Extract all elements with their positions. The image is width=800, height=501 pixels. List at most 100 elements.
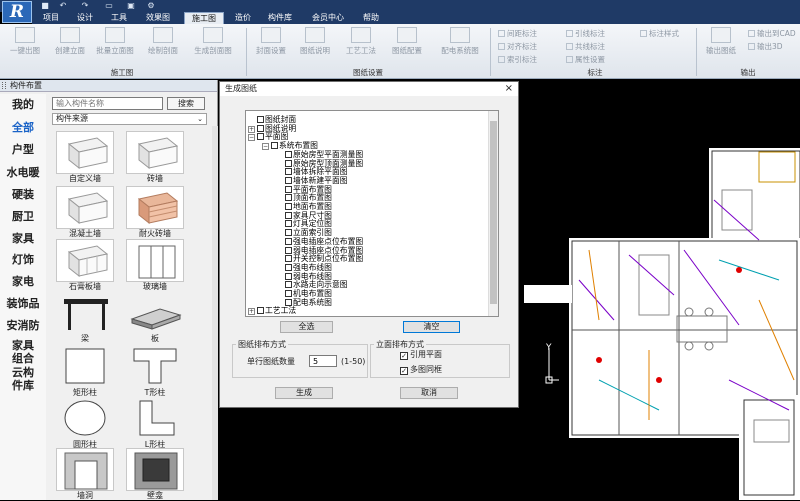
checkbox-icon[interactable] — [285, 281, 292, 289]
undo-icon[interactable]: ↶ — [58, 1, 68, 10]
tree-node[interactable]: + 工艺工法 — [248, 306, 296, 316]
tree-node[interactable]: + 图纸说明 — [248, 124, 296, 133]
checkbox-icon[interactable] — [285, 150, 292, 158]
expand-icon[interactable]: + — [248, 308, 255, 316]
collapse-icon[interactable]: − — [248, 134, 255, 142]
category-furniture-set[interactable]: 家具组合 — [0, 339, 46, 365]
tab-design[interactable]: 设计 — [70, 12, 100, 24]
tab-help[interactable]: 帮助 — [356, 12, 386, 24]
drawing-config-button[interactable]: 图纸配置 — [386, 27, 428, 61]
select-all-button[interactable]: 全选 — [280, 321, 333, 333]
leader-dimension-button[interactable]: 引线标注 — [566, 28, 605, 39]
tile-t-column[interactable]: T形柱 — [122, 345, 188, 398]
checkbox-icon[interactable] — [257, 116, 264, 123]
checkbox-icon[interactable] — [285, 263, 292, 271]
tree-node[interactable]: 墙体拆除平面图 — [276, 167, 348, 176]
checkbox-icon[interactable] — [285, 194, 292, 202]
category-appliance[interactable]: 家电 — [0, 275, 46, 288]
tile-beam[interactable]: 梁 — [52, 291, 118, 344]
tile-round-column[interactable]: 圆形柱 — [52, 397, 118, 450]
tile-concrete-wall[interactable]: 混凝土墙 — [52, 186, 118, 239]
settings-icon[interactable]: ⚙ — [146, 1, 156, 10]
checkbox-icon[interactable] — [285, 168, 292, 176]
output-cad-button[interactable]: 输出到CAD — [748, 28, 796, 39]
save-icon[interactable]: ■ — [40, 1, 50, 10]
scroll-thumb[interactable] — [490, 121, 497, 304]
print-icon-alt[interactable]: ▣ — [126, 1, 136, 10]
category-floorplan[interactable]: 户型 — [0, 143, 46, 156]
tree-node[interactable]: 强电插座点位布置图 — [276, 237, 363, 246]
row-count-input[interactable] — [309, 355, 337, 367]
tree-node[interactable]: 水路走向示意图 — [276, 280, 348, 289]
print-icon[interactable]: ▭ — [104, 1, 114, 10]
batch-elevation-button[interactable]: 批量立面图 — [94, 27, 136, 61]
checkbox-icon[interactable] — [285, 176, 292, 184]
tree-node[interactable]: 机电布置图 — [276, 289, 332, 298]
checkbox-icon[interactable] — [285, 246, 292, 254]
checkbox-icon[interactable] — [285, 237, 292, 245]
tab-construction[interactable]: 施工图 — [184, 12, 224, 24]
tab-member[interactable]: 会员中心 — [304, 12, 352, 24]
one-click-drawing-button[interactable]: 一键出图 — [4, 27, 46, 61]
redo-icon[interactable]: ↷ — [80, 1, 90, 10]
spacing-dimension-button[interactable]: 间距标注 — [498, 28, 537, 39]
tile-glass-wall[interactable]: 玻璃墙 — [122, 239, 188, 292]
tile-niche[interactable]: 壁龛 — [122, 448, 188, 500]
checkbox-icon[interactable] — [257, 307, 264, 315]
tile-l-column[interactable]: L形柱 — [122, 397, 188, 450]
cancel-button[interactable]: 取消 — [400, 387, 458, 399]
category-furniture[interactable]: 家具 — [0, 232, 46, 245]
tree-node[interactable]: 地面布置图 — [276, 202, 332, 211]
collapse-icon[interactable]: − — [262, 143, 269, 151]
category-security-fire[interactable]: 安消防 — [0, 319, 46, 332]
category-mine[interactable]: 我的 — [0, 98, 46, 111]
generate-section-button[interactable]: 生成剖面图 — [192, 27, 234, 61]
cover-settings-button[interactable]: 封面设置 — [250, 27, 292, 61]
power-system-button[interactable]: 配电系统图 — [436, 27, 484, 61]
aligned-dimension-button[interactable]: 对齐标注 — [498, 41, 537, 52]
checkbox-icon[interactable] — [285, 272, 292, 280]
checkbox-icon[interactable] — [285, 159, 292, 167]
category-ornament[interactable]: 装饰品 — [0, 297, 46, 310]
drawing-notes-button[interactable]: 图纸说明 — [294, 27, 336, 61]
tree-node[interactable]: 立面索引图 — [276, 228, 332, 237]
tree-node[interactable]: 墙体新建平面图 — [276, 176, 348, 185]
tab-tools[interactable]: 工具 — [104, 12, 134, 24]
drawing-tree[interactable]: 图纸封面 + 图纸说明 − 平面图 − 系统布置图 原始房型平面测量图 原始房型顶面测量图 墙体拆… — [245, 110, 499, 317]
tile-wall-opening[interactable]: 墙洞 — [52, 448, 118, 500]
category-all[interactable]: 全部 — [0, 121, 46, 134]
component-search-input[interactable] — [52, 97, 163, 110]
checkbox-icon[interactable] — [285, 229, 292, 237]
index-dimension-button[interactable]: 索引标注 — [498, 54, 537, 65]
checkbox-icon[interactable] — [285, 203, 292, 210]
category-lighting[interactable]: 灯饰 — [0, 253, 46, 266]
panel-scrollbar[interactable] — [212, 126, 218, 500]
grip-icon[interactable] — [2, 82, 6, 89]
category-kitchen-bath[interactable]: 厨卫 — [0, 210, 46, 223]
collinear-dimension-button[interactable]: 共线标注 — [566, 41, 605, 52]
tree-node[interactable]: 顶面布置图 — [276, 193, 332, 202]
generate-button[interactable]: 生成 — [275, 387, 333, 399]
clear-button[interactable]: 清空 — [403, 321, 460, 333]
close-icon[interactable]: × — [505, 82, 513, 96]
checkbox-icon[interactable] — [257, 124, 264, 132]
checkbox-icon[interactable] — [257, 133, 264, 141]
checkbox-icon[interactable] — [285, 185, 292, 193]
tree-node[interactable]: − 系统布置图 — [262, 141, 318, 151]
tree-node[interactable]: 强电布线图 — [276, 263, 332, 272]
checkbox-icon[interactable] — [271, 142, 278, 150]
tile-custom-wall[interactable]: 自定义墙 — [52, 131, 118, 184]
tree-node[interactable]: 图纸封面 — [248, 115, 296, 124]
tree-scrollbar[interactable] — [488, 111, 498, 316]
tab-render[interactable]: 效果图 — [138, 12, 178, 24]
category-plumbing[interactable]: 水电暖 — [0, 166, 46, 179]
property-settings-button[interactable]: 属性设置 — [566, 54, 605, 65]
output-3d-button[interactable]: 输出3D — [748, 41, 783, 52]
draw-section-button[interactable]: 绘制剖面 — [142, 27, 184, 61]
tab-cost[interactable]: 造价 — [228, 12, 258, 24]
category-hard-decor[interactable]: 硬装 — [0, 188, 46, 201]
tile-brick-wall[interactable]: 砖墙 — [122, 131, 188, 184]
output-drawing-button[interactable]: 输出图纸 — [700, 27, 742, 61]
tree-node[interactable]: 原始房型平面测量图 — [276, 150, 363, 159]
search-button[interactable]: 搜索 — [167, 97, 205, 110]
